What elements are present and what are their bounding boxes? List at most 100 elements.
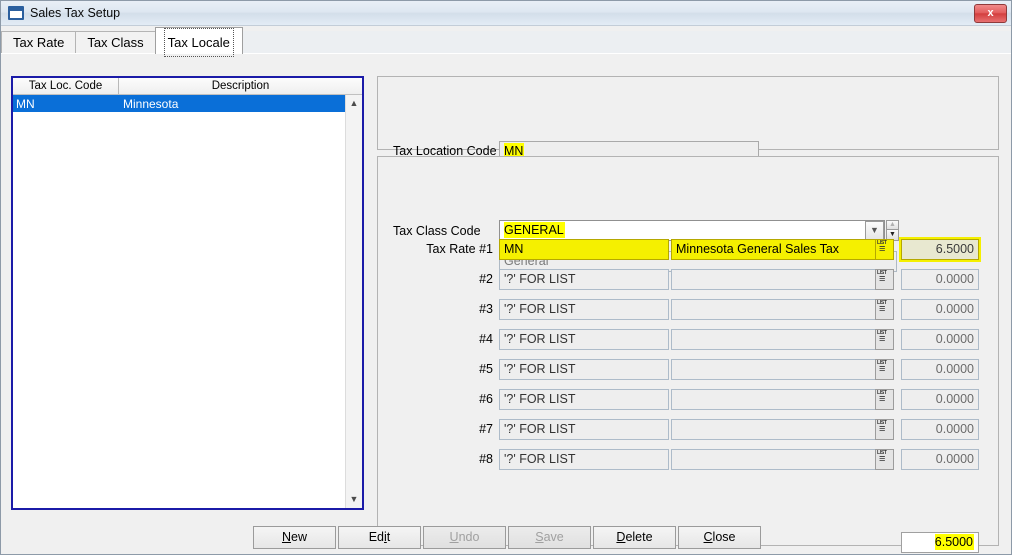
- tab-tax-rate-label: Tax Rate: [13, 35, 65, 50]
- list-lookup-glyph: [876, 330, 893, 349]
- tax-rate-description-7[interactable]: [671, 419, 879, 440]
- tax-rate-description-1[interactable]: Minnesota General Sales Tax: [671, 239, 879, 260]
- tax-rate-code-5[interactable]: '?' FOR LIST: [499, 359, 669, 380]
- tax-rate-value-text-5: 0.0000: [935, 362, 974, 376]
- tab-strip: Tax Rate Tax Class Tax Locale: [1, 26, 1011, 57]
- tax-class-code-label: Tax Class Code: [393, 224, 481, 238]
- tab-tax-locale[interactable]: Tax Locale: [154, 27, 243, 57]
- new-button[interactable]: New: [253, 525, 336, 549]
- tab-strip-filler: [241, 31, 1011, 54]
- list-lookup-glyph: [876, 270, 893, 289]
- list-lookup-glyph: [876, 300, 893, 319]
- chevron-down-icon[interactable]: ▼: [346, 491, 362, 508]
- list-lookup-icon-5[interactable]: [875, 359, 894, 380]
- tax-rate-value-4: 0.0000: [901, 329, 979, 350]
- button-bar: New Edit Undo Save Delete Close: [1, 517, 1011, 554]
- save-button: Save: [508, 525, 591, 549]
- list-lookup-glyph: [876, 390, 893, 409]
- tax-rate-code-3[interactable]: '?' FOR LIST: [499, 299, 669, 320]
- list-lookup-glyph: [876, 420, 893, 439]
- tax-rate-description-2[interactable]: [671, 269, 879, 290]
- tax-rate-code-value-7: '?' FOR LIST: [504, 422, 576, 436]
- list-scrollbar[interactable]: ▲ ▼: [345, 95, 362, 508]
- tax-rate-value-2: 0.0000: [901, 269, 979, 290]
- tax-rate-value-1: 6.5000: [901, 239, 979, 260]
- sales-tax-setup-window: Sales Tax Setup x Tax Rate Tax Class Tax…: [0, 0, 1012, 555]
- row-description: Minnesota: [123, 96, 179, 111]
- list-lookup-icon-7[interactable]: [875, 419, 894, 440]
- tax-rate-description-8[interactable]: [671, 449, 879, 470]
- tax-rate-description-value-1: Minnesota General Sales Tax: [676, 242, 840, 256]
- tax-rate-code-value-6: '?' FOR LIST: [504, 392, 576, 406]
- list-lookup-glyph: [876, 450, 893, 469]
- row-code: MN: [16, 96, 35, 111]
- tax-class-group: [377, 156, 999, 546]
- chevron-down-icon[interactable]: ▼: [865, 221, 884, 240]
- list-lookup-icon-6[interactable]: [875, 389, 894, 410]
- tax-rate-value-text-8: 0.0000: [935, 452, 974, 466]
- column-header-description: Description: [119, 78, 362, 94]
- tax-rate-value-7: 0.0000: [901, 419, 979, 440]
- tax-rate-value-text-2: 0.0000: [935, 272, 974, 286]
- list-header: Tax Loc. Code Description: [13, 78, 362, 95]
- tax-rate-code-8[interactable]: '?' FOR LIST: [499, 449, 669, 470]
- tax-rate-code-value-1: MN: [504, 242, 524, 256]
- tax-rate-label-6: #6: [479, 392, 493, 406]
- list-lookup-glyph: [876, 240, 893, 259]
- tax-rate-code-6[interactable]: '?' FOR LIST: [499, 389, 669, 410]
- close-button[interactable]: Close: [678, 525, 761, 549]
- client-area: Tax Loc. Code Description MN Minnesota ▲…: [1, 53, 1011, 554]
- tax-rate-description-6[interactable]: [671, 389, 879, 410]
- chevron-up-icon[interactable]: ▲: [346, 95, 362, 112]
- tax-rate-code-7[interactable]: '?' FOR LIST: [499, 419, 669, 440]
- tab-tax-class-label: Tax Class: [87, 35, 144, 50]
- tax-rate-code-1[interactable]: MN: [499, 239, 669, 260]
- list-lookup-icon-3[interactable]: [875, 299, 894, 320]
- tax-locale-list[interactable]: Tax Loc. Code Description MN Minnesota ▲…: [11, 76, 364, 510]
- tax-rate-label-7: #7: [479, 422, 493, 436]
- tax-rate-label-3: #3: [479, 302, 493, 316]
- tax-rate-code-value-5: '?' FOR LIST: [504, 362, 576, 376]
- column-header-code: Tax Loc. Code: [13, 78, 119, 94]
- tax-rate-value-text-1: 6.5000: [935, 242, 974, 256]
- tax-rate-code-4[interactable]: '?' FOR LIST: [499, 329, 669, 350]
- tax-rate-description-4[interactable]: [671, 329, 879, 350]
- tax-rate-value-text-3: 0.0000: [935, 302, 974, 316]
- tax-rate-description-3[interactable]: [671, 299, 879, 320]
- tax-rate-value-text-7: 0.0000: [935, 422, 974, 436]
- edit-button[interactable]: Edit: [338, 525, 421, 549]
- tab-tax-locale-label: Tax Locale: [163, 28, 234, 57]
- tax-rate-code-value-4: '?' FOR LIST: [504, 332, 576, 346]
- spinner-up-icon[interactable]: ▲: [886, 220, 899, 230]
- tax-rate-value-8: 0.0000: [901, 449, 979, 470]
- list-body: MN Minnesota: [13, 95, 345, 508]
- tax-location-group: [377, 76, 999, 150]
- list-lookup-icon-2[interactable]: [875, 269, 894, 290]
- tax-rate-value-5: 0.0000: [901, 359, 979, 380]
- tax-rate-label-8: #8: [479, 452, 493, 466]
- tax-class-spinner[interactable]: ▲ ▼: [886, 220, 899, 241]
- tax-rate-label-5: #5: [479, 362, 493, 376]
- close-window-button[interactable]: x: [974, 4, 1007, 23]
- tax-rate-code-value-3: '?' FOR LIST: [504, 302, 576, 316]
- tax-rate-label-1: Tax Rate #1: [426, 242, 493, 256]
- tax-rate-code-2[interactable]: '?' FOR LIST: [499, 269, 669, 290]
- delete-button[interactable]: Delete: [593, 525, 676, 549]
- list-lookup-icon-1[interactable]: [875, 239, 894, 260]
- tax-class-code-field[interactable]: GENERAL: [499, 220, 885, 241]
- tax-rate-label-2: #2: [479, 272, 493, 286]
- undo-button: Undo: [423, 525, 506, 549]
- table-row[interactable]: MN Minnesota: [13, 95, 345, 112]
- tab-tax-class[interactable]: Tax Class: [75, 31, 156, 54]
- tax-rate-value-text-4: 0.0000: [935, 332, 974, 346]
- title-bar: Sales Tax Setup x: [1, 1, 1011, 26]
- tax-rate-label-4: #4: [479, 332, 493, 346]
- tax-rate-description-5[interactable]: [671, 359, 879, 380]
- tab-tax-rate[interactable]: Tax Rate: [1, 31, 77, 54]
- tax-rate-value-6: 0.0000: [901, 389, 979, 410]
- list-lookup-icon-4[interactable]: [875, 329, 894, 350]
- tax-rate-value-3: 0.0000: [901, 299, 979, 320]
- list-lookup-icon-8[interactable]: [875, 449, 894, 470]
- tax-class-code-value: GENERAL: [504, 222, 565, 238]
- tax-rate-code-value-8: '?' FOR LIST: [504, 452, 576, 466]
